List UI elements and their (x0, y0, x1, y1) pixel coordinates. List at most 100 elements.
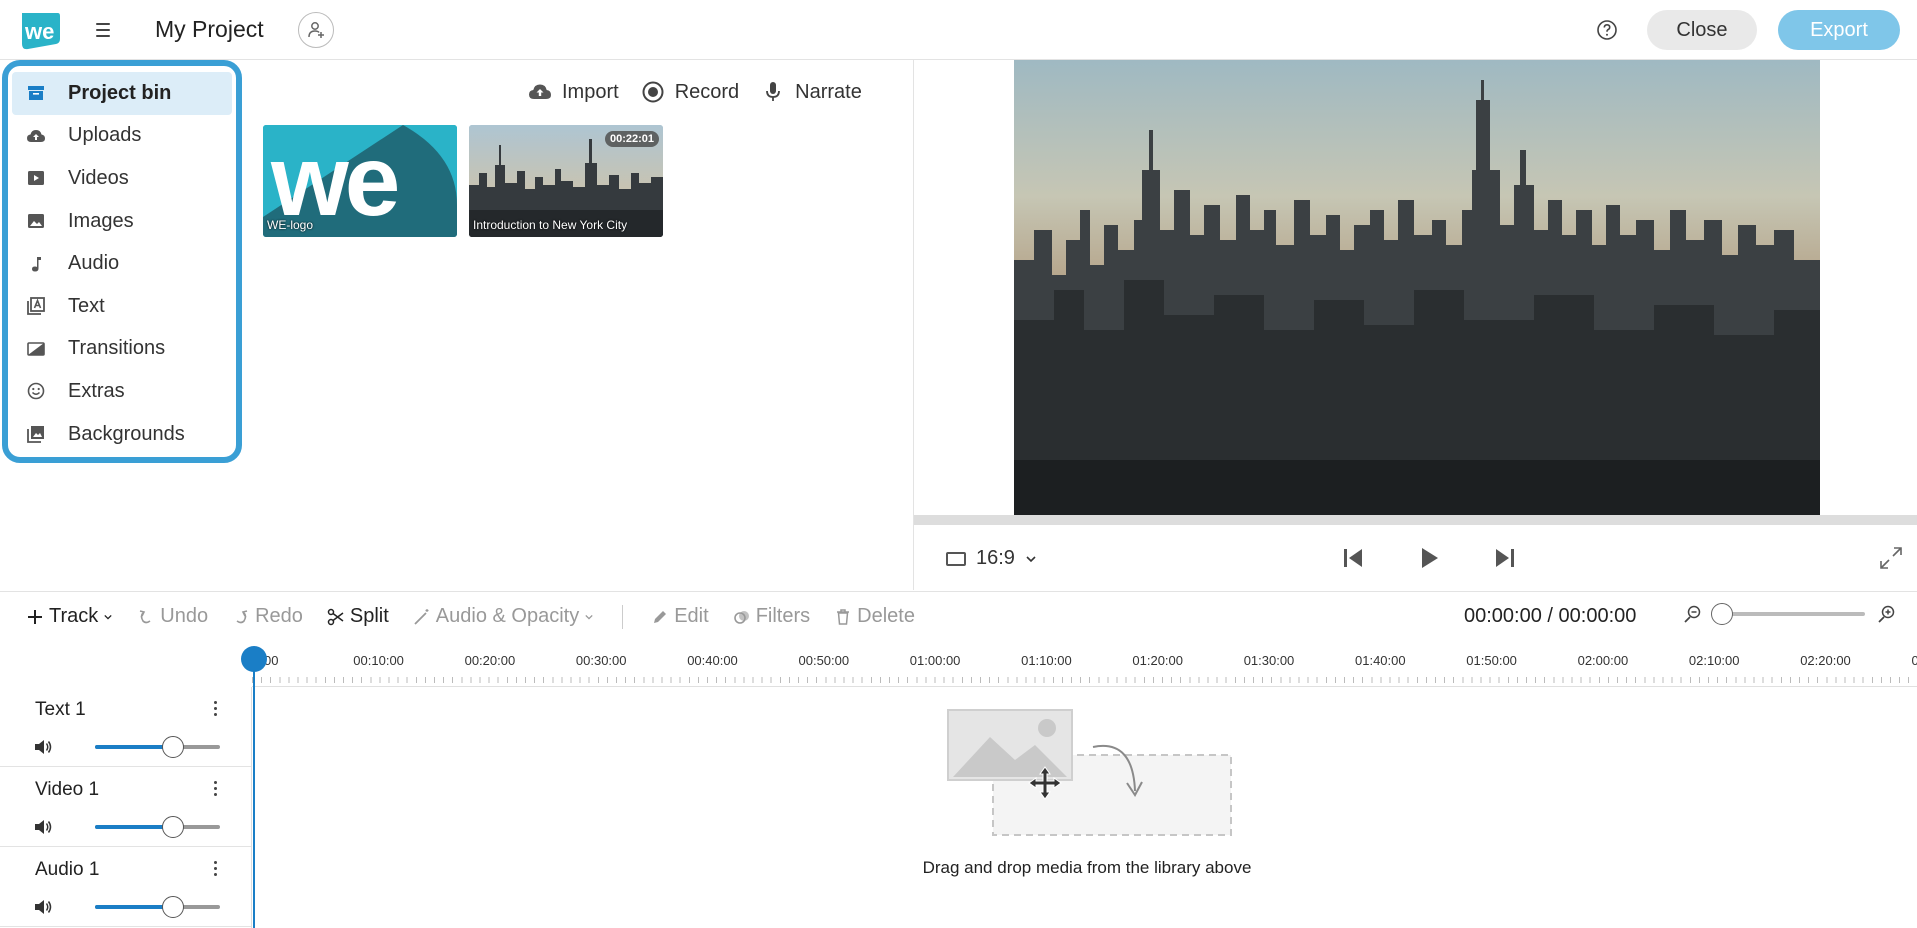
volume-slider[interactable] (95, 896, 220, 918)
fullscreen-icon[interactable] (1877, 544, 1905, 572)
help-icon[interactable] (1596, 19, 1618, 41)
ruler-tick-label: 01:10:00 (1021, 653, 1072, 668)
play-icon[interactable] (1415, 544, 1443, 572)
redo-button[interactable]: Redo (232, 605, 303, 628)
narrate-button[interactable]: Narrate (761, 80, 862, 104)
timeline-ruler[interactable]: 00 00:10:00 00:20:00 00:30:00 00:40:00 00:50:… (252, 641, 1917, 687)
zoom-out-icon[interactable] (1683, 604, 1703, 624)
sidebar-item-label: Backgrounds (68, 422, 185, 445)
export-button[interactable]: Export (1778, 10, 1900, 50)
volume-slider-thumb[interactable] (162, 816, 184, 838)
preview-progress-bar[interactable] (914, 515, 1917, 525)
trash-icon (837, 608, 850, 625)
add-person-icon (308, 22, 324, 38)
timecode-display: 00:00:00 / 00:00:00 (1464, 605, 1637, 627)
ruler-tick-label: 02:20:00 (1800, 653, 1851, 668)
sidebar-item-label: Uploads (68, 124, 142, 147)
media-thumbnail-we-logo[interactable]: we WE-logo (263, 125, 457, 237)
play-box-icon (28, 171, 44, 186)
aspect-frame-icon (946, 551, 966, 566)
sidebar-item-extras[interactable]: Extras (12, 370, 232, 413)
track-headers: Text 1 Video 1 Audio 1 (0, 687, 252, 928)
volume-slider-thumb[interactable] (162, 736, 184, 758)
volume-icon[interactable] (33, 738, 53, 756)
music-note-icon (32, 256, 41, 272)
track-header: Audio 1 (0, 847, 251, 927)
sidebar-item-label: Text (68, 294, 105, 317)
zoom-slider-thumb[interactable] (1711, 603, 1733, 625)
playhead-handle[interactable] (241, 646, 267, 672)
record-button[interactable]: Record (641, 80, 739, 104)
record-icon (642, 81, 664, 103)
skip-forward-icon[interactable] (1491, 544, 1519, 572)
archive-box-icon (28, 86, 44, 101)
ruler-tick-label: 01:00:00 (909, 653, 961, 668)
redo-icon (236, 609, 248, 623)
volume-icon[interactable] (33, 898, 53, 916)
ruler-tick-label: 00:40:00 (687, 653, 738, 668)
volume-slider[interactable] (95, 816, 220, 838)
ruler-tick-label: 01:50:00 (1466, 653, 1517, 668)
track-name[interactable]: Video 1 (35, 779, 99, 801)
sidebar-item-transitions[interactable]: Transitions (12, 328, 232, 371)
chevron-down-icon (1026, 555, 1036, 562)
import-button[interactable]: Import (528, 80, 619, 104)
we-logo-icon[interactable]: we (18, 9, 62, 51)
volume-slider[interactable] (95, 736, 220, 758)
ruler-tick-label: 00:50:00 (798, 653, 850, 668)
timeline-zoom (1683, 603, 1897, 625)
project-title[interactable]: My Project (155, 16, 264, 43)
audio-opacity-button[interactable]: Audio & Opacity (413, 605, 594, 628)
split-button[interactable]: Split (327, 605, 389, 628)
timeline-toolbar: Track Undo Redo Split Audio & Opacity Ed… (0, 591, 1917, 641)
sidebar-item-audio[interactable]: Audio (12, 242, 232, 285)
sidebar-item-uploads[interactable]: Uploads (12, 115, 232, 158)
track-options-icon[interactable] (212, 701, 218, 716)
skip-back-icon[interactable] (1339, 544, 1367, 572)
sidebar-item-label: Videos (68, 166, 129, 189)
sidebar-item-label: Audio (68, 252, 120, 275)
ruler-tick-label: 00:30:00 (575, 653, 627, 668)
cloud-upload-icon (529, 84, 551, 99)
sidebar-item-backgrounds[interactable]: Backgrounds (12, 413, 232, 456)
library-sidebar: Project bin Uploads Videos Images Audio … (2, 60, 242, 463)
playhead-line[interactable] (253, 665, 255, 928)
add-collaborator-button[interactable] (298, 12, 334, 48)
plus-icon (28, 609, 42, 624)
video-preview[interactable] (1014, 60, 1820, 515)
sidebar-item-images[interactable]: Images (12, 200, 232, 243)
sidebar-item-text[interactable]: Text (12, 285, 232, 328)
menu-icon[interactable] (93, 18, 113, 42)
zoom-in-icon[interactable] (1877, 604, 1897, 624)
sidebar-item-project-bin[interactable]: Project bin (12, 72, 232, 115)
chevron-down-icon (104, 614, 112, 620)
sidebar-item-label: Transitions (68, 337, 166, 360)
track-options-icon[interactable] (212, 861, 218, 876)
media-thumbnail-intro-nyc[interactable]: 00:22:01 Introduction to New York City (469, 125, 663, 237)
ruler-tick-label: 00:10:00 (353, 653, 404, 668)
svg-text:we: we (24, 19, 54, 44)
image-icon (28, 214, 44, 229)
toolbar-divider (622, 604, 624, 629)
sidebar-item-videos[interactable]: Videos (12, 157, 232, 200)
track-name[interactable]: Text 1 (35, 699, 86, 721)
aspect-ratio-select[interactable]: 16:9 (946, 547, 1037, 570)
undo-button[interactable]: Undo (137, 605, 208, 628)
track-header: Video 1 (0, 767, 251, 847)
close-button[interactable]: Close (1647, 10, 1757, 50)
drop-hint-text: Drag and drop media from the library abo… (922, 858, 1252, 877)
edit-button[interactable]: Edit (651, 605, 709, 628)
ruler-tick-label: 01:40:00 (1355, 653, 1406, 668)
delete-button[interactable]: Delete (834, 605, 915, 628)
filters-button[interactable]: Filters (733, 605, 810, 628)
zoom-slider[interactable] (1711, 603, 1865, 625)
track-options-icon[interactable] (212, 781, 218, 796)
city-skyline-frame (1014, 60, 1820, 515)
ruler-tick-label: 00:20:00 (464, 653, 516, 668)
chevron-down-icon (585, 614, 593, 620)
volume-slider-thumb[interactable] (162, 896, 184, 918)
volume-icon[interactable] (33, 818, 53, 836)
wand-icon (414, 608, 429, 625)
add-track-button[interactable]: Track (26, 605, 113, 628)
track-name[interactable]: Audio 1 (35, 859, 99, 881)
